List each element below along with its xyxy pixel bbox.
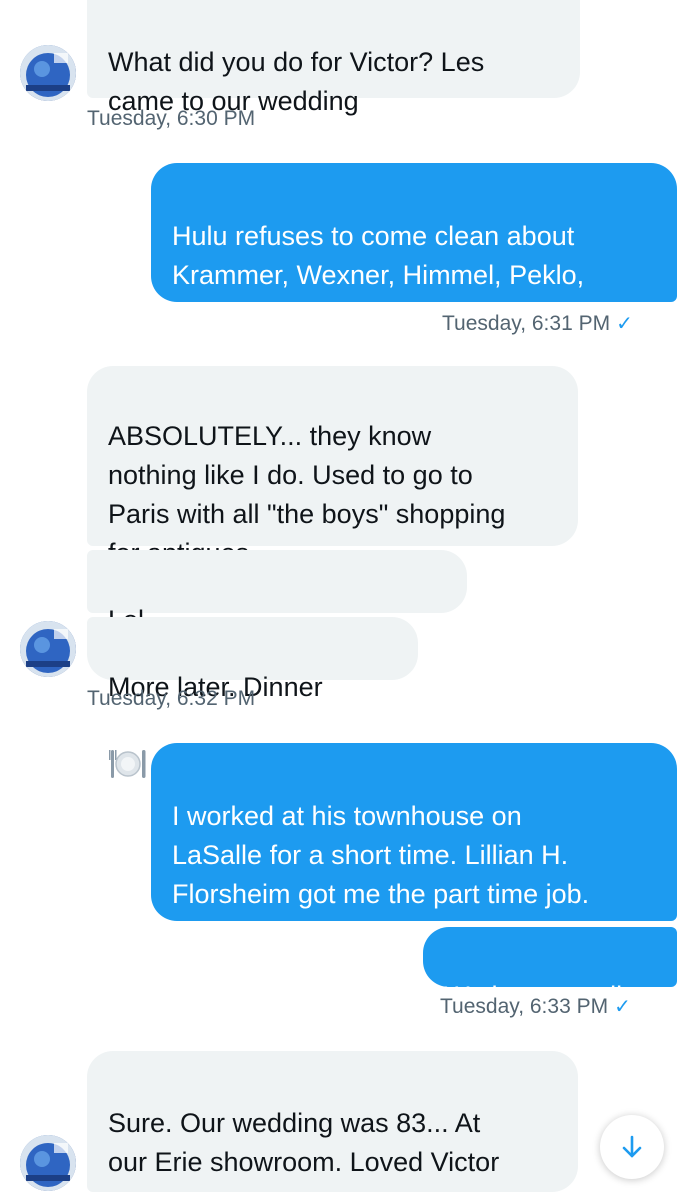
incoming-message-bubble[interactable]: More later. Dinner	[87, 617, 418, 778]
read-check-icon: ✓	[614, 996, 631, 1018]
outgoing-message-bubble[interactable]: Hulu refuses to come clean about Krammer…	[151, 163, 677, 329]
message-text: Sure. Our wedding was 83... At our Erie …	[108, 1108, 500, 1177]
incoming-message-bubble[interactable]: ABSOLUTELY... they know nothing like I d…	[87, 366, 578, 568]
message-timestamp-row: Tuesday, 6:33 PM ✓	[440, 994, 631, 1020]
avatar-image	[20, 45, 76, 101]
sparkling-heart-icon	[108, 1184, 557, 1200]
avatar-image	[20, 1135, 76, 1191]
avatar[interactable]	[20, 45, 76, 101]
message-text: I worked at his townhouse on LaSalle for…	[172, 801, 590, 948]
scroll-to-bottom-button[interactable]	[600, 1115, 664, 1179]
avatar[interactable]	[20, 1135, 76, 1191]
arrow-down-icon	[622, 1135, 642, 1158]
outgoing-message-bubble[interactable]: We have to talk.	[423, 927, 677, 1011]
message-timestamp: Tuesday, 6:30 PM	[87, 107, 256, 130]
outgoing-message-bubble[interactable]: I worked at his townhouse on LaSalle for…	[151, 743, 677, 948]
incoming-message-bubble[interactable]: Lol	[87, 550, 467, 635]
avatar-image	[20, 621, 76, 677]
avatar[interactable]	[20, 621, 76, 677]
message-timestamp: Tuesday, 6:31 PM	[442, 312, 611, 335]
dm-conversation: What did you do for Victor? Les came to …	[0, 0, 696, 1200]
message-timestamp: Tuesday, 6:33 PM	[440, 995, 609, 1018]
incoming-message-bubble[interactable]: Sure. Our wedding was 83... At our Erie …	[87, 1051, 578, 1192]
fork-knife-plate-icon	[108, 707, 148, 793]
read-check-icon: ✓	[616, 313, 633, 335]
incoming-message-bubble[interactable]: What did you do for Victor? Les came to …	[87, 0, 580, 116]
message-timestamp-row: Tuesday, 6:31 PM ✓	[442, 311, 633, 337]
message-timestamp: Tuesday, 6:32 PM	[87, 687, 256, 710]
message-text: ABSOLUTELY... they know nothing like I d…	[108, 421, 506, 568]
